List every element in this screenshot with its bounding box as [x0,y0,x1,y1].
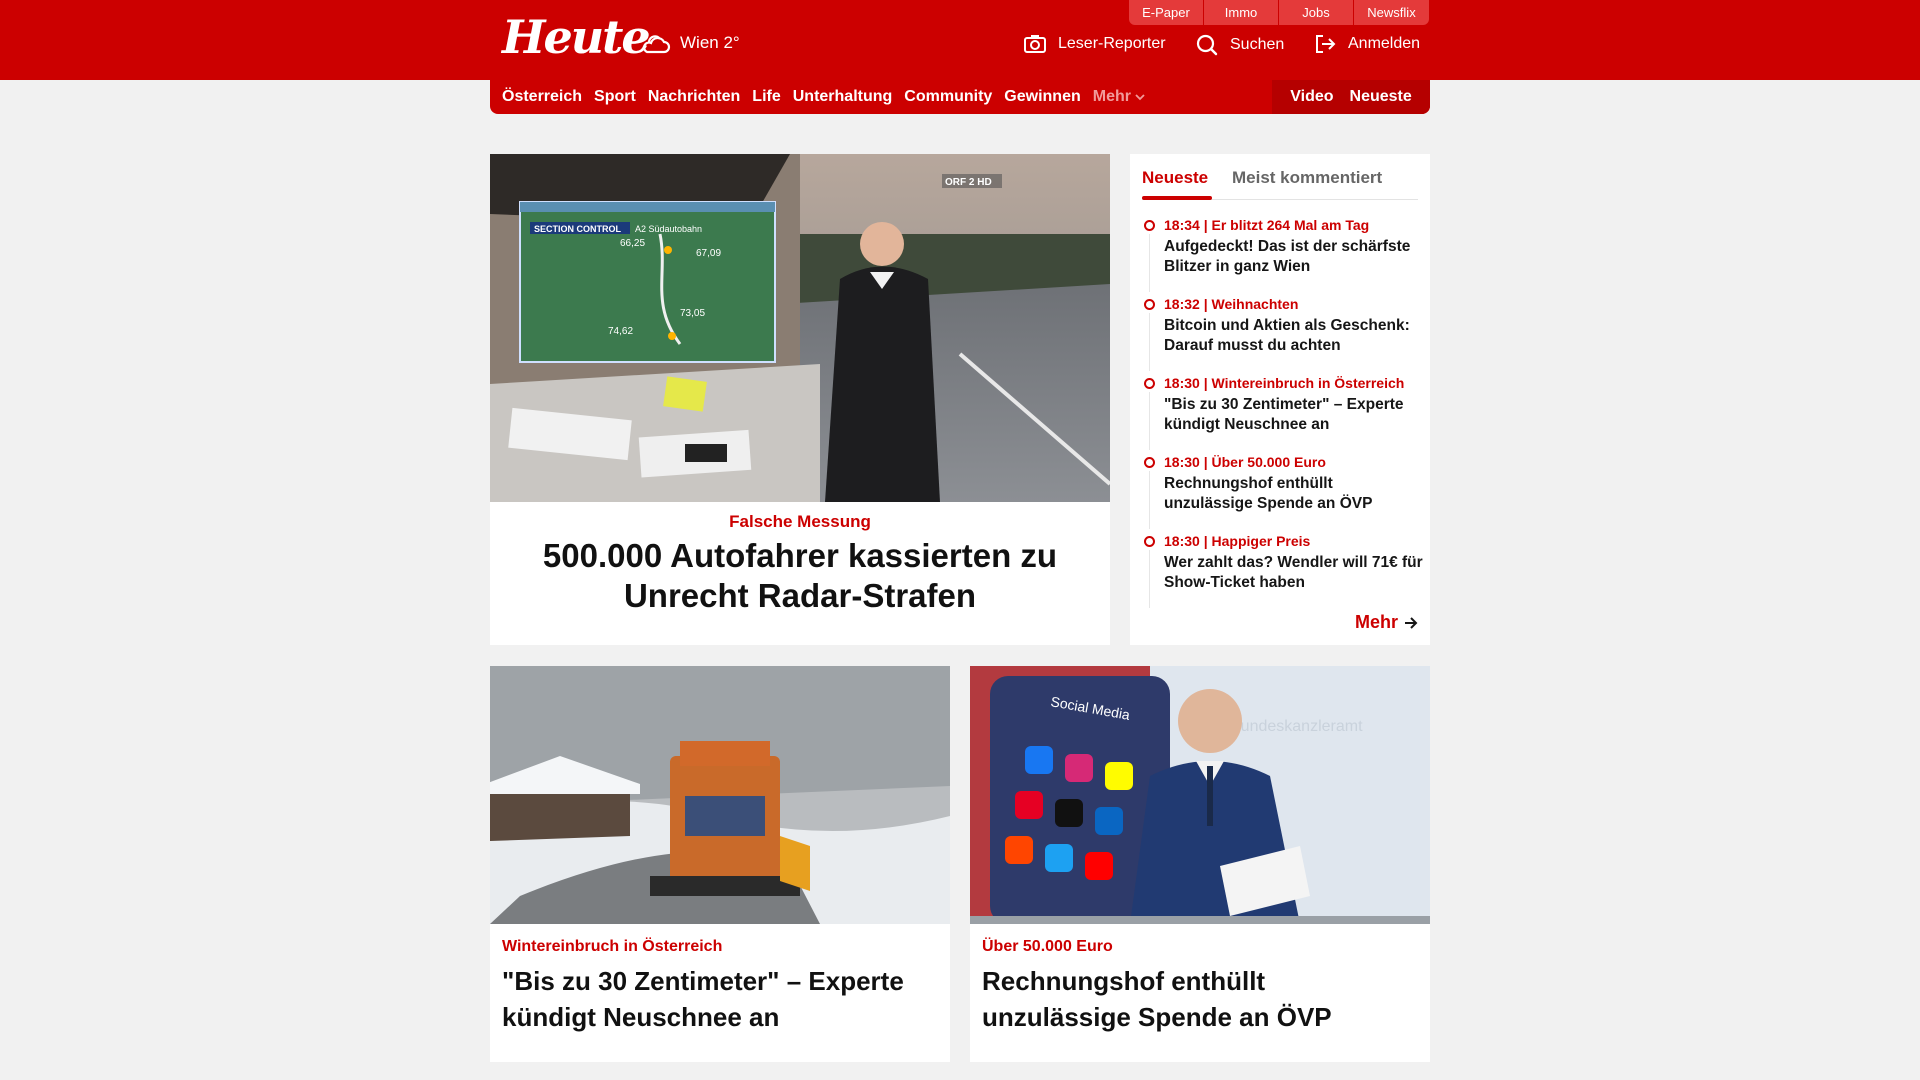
latest-timeline: 18:34 | Er blitzt 264 Mal am Tag Aufgede… [1142,216,1424,611]
top-link-newsflix[interactable]: Newsflix [1354,0,1429,25]
nav-right-group: Video Neueste [1272,80,1430,114]
top-link-jobs[interactable]: Jobs [1279,0,1354,25]
tab-neueste[interactable]: Neueste [1142,168,1213,200]
nav-item-life[interactable]: Life [752,88,780,106]
sidebar-more-label: Mehr [1354,612,1398,632]
map-km3: 73,05 [680,308,705,319]
top-link-epaper[interactable]: E-Paper [1129,0,1204,25]
search-icon [1196,34,1218,56]
main-nav: Österreich Sport Nachrichten Life Unterh… [490,80,1430,114]
map-km2: 67,09 [696,248,721,259]
hero-headline[interactable]: 500.000 Autofahrer kassierten zu Unrecht… [520,536,1080,616]
article-kicker[interactable]: Wintereinbruch in Österreich [502,938,722,956]
article-card[interactable]: Social Media Bundeskanzleramt Über 50.00… [970,666,1430,1062]
hero-kicker[interactable]: Falsche Messung [490,512,1110,532]
channel-watermark: ORF 2 HD [945,177,992,188]
camera-icon [1024,35,1046,53]
list-item-meta: 18:30 | Wintereinbruch in Österreich [1164,375,1405,391]
list-item-title[interactable]: Rechnungshof enthüllt unzulässige Spende… [1164,474,1424,514]
article-kicker[interactable]: Über 50.000 Euro [982,938,1113,956]
login-icon [1316,35,1336,53]
list-item-meta: 18:34 | Er blitzt 264 Mal am Tag [1164,217,1370,233]
nav-item-nachrichten[interactable]: Nachrichten [648,88,740,106]
list-item-title[interactable]: Aufgedeckt! Das ist der schärfste Blitze… [1164,237,1424,277]
nav-item-oesterreich[interactable]: Österreich [502,88,582,106]
article-image-snowplow[interactable] [490,666,950,924]
site-logo[interactable]: Heute [502,10,651,64]
list-item-meta: 18:30 | Happiger Preis [1164,533,1311,549]
search-button[interactable]: Suchen [1196,34,1284,56]
sidebar-tabs: Neueste Meist kommentiert [1142,164,1418,200]
map-section-label: SECTION CONTROL [534,224,622,234]
top-links: E-Paper Immo Jobs Newsflix [1129,0,1429,26]
hero-image[interactable]: SECTION CONTROL A2 Südautobahn 66,25 67,… [490,154,1110,502]
weather-label: Wien 2° [680,33,740,52]
nav-item-neueste[interactable]: Neueste [1350,88,1412,106]
nav-item-video[interactable]: Video [1290,88,1333,106]
background-text: Bundeskanzleramt [1230,718,1363,735]
top-link-immo[interactable]: Immo [1204,0,1279,25]
nav-item-unterhaltung[interactable]: Unterhaltung [793,88,893,106]
nav-more-dropdown[interactable]: Mehr [1093,88,1145,106]
map-km4: 74,62 [608,326,633,337]
leser-reporter-label: Leser-Reporter [1058,35,1166,52]
latest-sidebar: Neueste Meist kommentiert 18:34 | Er bli… [1130,154,1430,645]
cloud-sun-icon [643,35,671,54]
list-item[interactable]: 18:30 | Wintereinbruch in Österreich "Bi… [1142,374,1424,453]
sidebar-more-link[interactable]: Mehr [1355,612,1418,633]
article-headline[interactable]: Rechnungshof enthüllt unzulässige Spende… [982,963,1418,1035]
nav-item-community[interactable]: Community [904,88,992,106]
site-header: Heute Wien 2° E-Paper Immo Jobs Newsflix… [0,0,1920,80]
list-item-title[interactable]: Bitcoin und Aktien als Geschenk: Darauf … [1164,316,1424,356]
chevron-down-icon [1135,94,1145,101]
map-km1: 66,25 [620,238,645,249]
list-item-title[interactable]: Wer zahlt das? Wendler will 71€ für Show… [1164,553,1424,593]
list-item[interactable]: 18:34 | Er blitzt 264 Mal am Tag Aufgede… [1142,216,1424,295]
tab-meist-kommentiert[interactable]: Meist kommentiert [1232,168,1382,188]
article-card[interactable]: Wintereinbruch in Österreich "Bis zu 30 … [490,666,950,1062]
list-item-meta: 18:30 | Über 50.000 Euro [1164,454,1326,470]
search-label: Suchen [1230,36,1285,53]
hero-article[interactable]: SECTION CONTROL A2 Südautobahn 66,25 67,… [490,154,1110,645]
nav-item-sport[interactable]: Sport [594,88,636,106]
login-label: Anmelden [1348,35,1421,52]
article-image-politician[interactable]: Social Media Bundeskanzleramt [970,666,1430,924]
weather-widget[interactable]: Wien 2° [640,30,740,56]
map-road-label: A2 Südautobahn [635,224,702,234]
arrow-right-icon [1405,616,1418,629]
list-item-meta: 18:32 | Weihnachten [1164,296,1299,312]
login-button[interactable]: Anmelden [1314,34,1420,54]
nav-more-label: Mehr [1092,88,1131,105]
article-headline[interactable]: "Bis zu 30 Zentimeter" – Experte kündigt… [502,963,938,1035]
list-item[interactable]: 18:30 | Happiger Preis Wer zahlt das? We… [1142,532,1424,611]
leser-reporter-button[interactable]: Leser-Reporter [1024,34,1166,54]
list-item-title[interactable]: "Bis zu 30 Zentimeter" – Experte kündigt… [1164,395,1424,435]
nav-item-gewinnen[interactable]: Gewinnen [1004,88,1080,106]
list-item[interactable]: 18:30 | Über 50.000 Euro Rechnungshof en… [1142,453,1424,532]
list-item[interactable]: 18:32 | Weihnachten Bitcoin und Aktien a… [1142,295,1424,374]
